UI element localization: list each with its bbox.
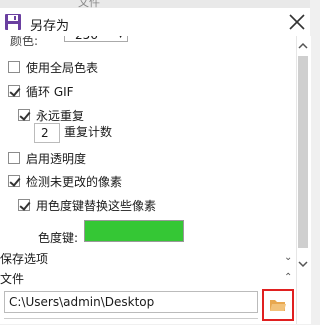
use-global-palette-checkbox[interactable] (8, 61, 20, 73)
repeat-count-input[interactable]: 2 (34, 123, 60, 143)
color-count-label: 颜色: (10, 36, 39, 48)
top-tab-label: 文件 (78, 0, 100, 8)
file-path-field[interactable] (4, 291, 258, 313)
close-icon[interactable] (288, 13, 306, 31)
color-count-value: 256 (75, 36, 98, 42)
loop-gif-label: 循环 GIF (26, 85, 74, 99)
use-global-palette-label: 使用全局色表 (26, 61, 99, 75)
file-path-input[interactable] (5, 292, 253, 312)
floppy-disk-icon (5, 14, 21, 30)
enable-transparency-checkbox[interactable] (8, 152, 20, 164)
color-count-select[interactable]: 256 ▼ (64, 36, 128, 42)
folder-open-icon (270, 300, 286, 311)
replace-with-chroma-label: 用色度键替换这些像素 (36, 199, 157, 213)
detect-unchanged-label: 检测未更改的像素 (26, 175, 123, 189)
settings-panel: 颜色: 256 ▼ 使用全局色表 循环 GIF 永远重复 2 重复计数 启用透明… (0, 36, 296, 324)
window-title: 另存为 (30, 19, 70, 34)
repeat-count-value: 2 (41, 126, 49, 140)
replace-with-chroma-checkbox[interactable] (18, 199, 30, 211)
scroll-down-icon[interactable] (296, 258, 310, 270)
loop-gif-checkbox[interactable] (8, 85, 20, 97)
save-options-section[interactable]: 保存选项 (0, 250, 48, 267)
chevron-up-icon[interactable]: ⌃ (284, 272, 292, 283)
chevron-down-icon: ▼ (117, 36, 124, 40)
top-tab-strip: 文件 (0, 0, 310, 8)
scrollbar-thumb[interactable] (298, 56, 308, 248)
chroma-key-color-swatch[interactable] (84, 220, 184, 242)
repeat-forever-label: 永远重复 (36, 109, 85, 123)
file-section[interactable]: 文件 (0, 270, 24, 287)
browse-folder-button[interactable] (262, 289, 294, 321)
scroll-up-icon[interactable] (296, 40, 310, 52)
detect-unchanged-checkbox[interactable] (8, 175, 20, 187)
repeat-forever-checkbox[interactable] (18, 109, 30, 121)
repeat-count-label: 重复计数 (64, 125, 113, 139)
chroma-key-label: 色度键: (38, 231, 79, 245)
chevron-down-icon[interactable]: ⌄ (284, 252, 292, 263)
enable-transparency-label: 启用透明度 (26, 152, 87, 166)
